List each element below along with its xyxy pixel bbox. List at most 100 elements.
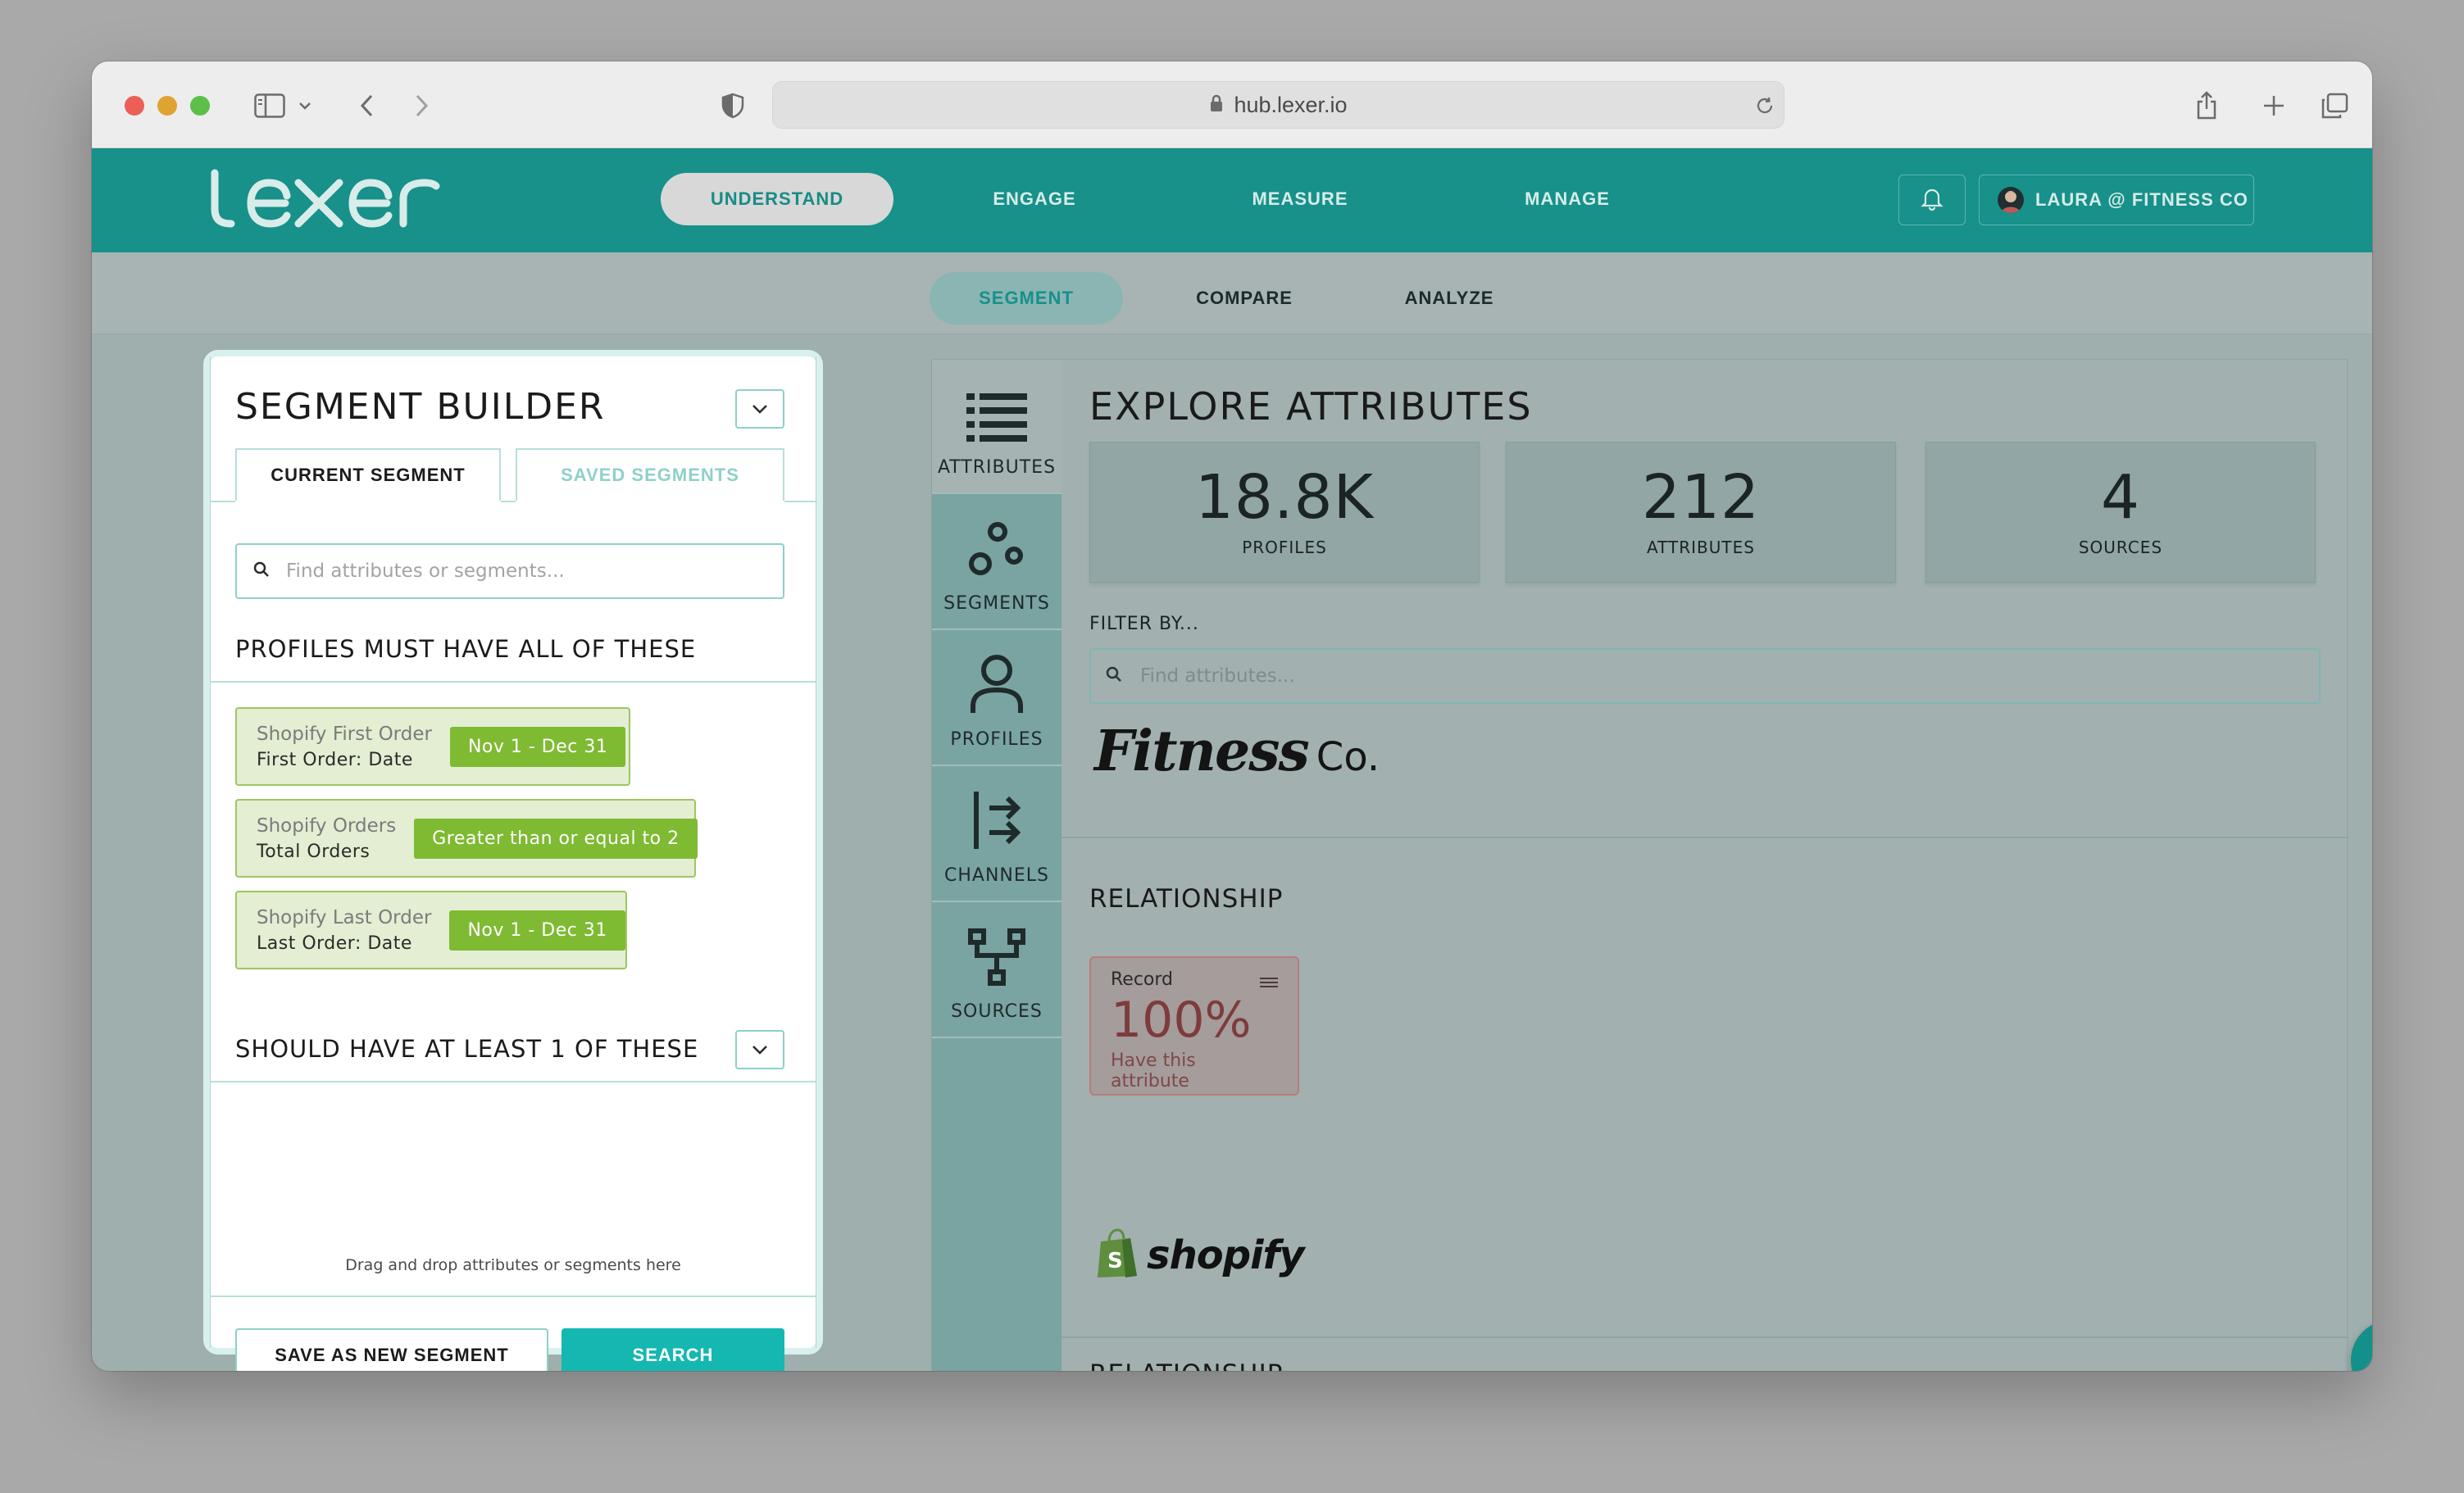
relationship-title: RELATIONSHIP <box>1089 1359 1283 1371</box>
segment-builder-panel: SEGMENT BUILDER CURRENT SEGMENT SAVED SE… <box>203 350 823 1371</box>
browser-window: hub.lexer.io lexer <box>92 61 2372 1371</box>
search-icon <box>1106 666 1122 686</box>
lock-icon <box>1209 94 1224 116</box>
back-icon[interactable] <box>352 86 380 125</box>
user-name: LAURA @ FITNESS CO <box>2035 189 2248 210</box>
record-attribute-card[interactable]: Record 100% Have this attribute <box>1089 956 1299 1096</box>
condition-value-pill[interactable]: Greater than or equal to 2 <box>414 818 698 859</box>
condition-source: Shopify First Order <box>257 723 432 745</box>
share-icon[interactable] <box>2190 86 2223 125</box>
url-text: hub.lexer.io <box>1234 92 1348 117</box>
condition-chip[interactable]: Shopify Orders Total Orders Greater than… <box>235 799 698 878</box>
save-as-new-segment-button[interactable]: SAVE AS NEW SEGMENT <box>235 1328 548 1371</box>
chat-launcher-button[interactable] <box>2351 1320 2372 1371</box>
stat-label: SOURCES <box>2078 538 2163 557</box>
filter-label: FILTER BY... <box>1089 614 1199 634</box>
notifications-button[interactable] <box>1898 175 1966 225</box>
tab-saved-segments[interactable]: SAVED SEGMENTS <box>516 448 784 501</box>
privacy-shield-icon[interactable] <box>716 86 749 125</box>
minimize-window-button[interactable] <box>157 96 177 116</box>
shopify-wordmark: shopify <box>1147 1232 1305 1278</box>
tab-segment[interactable]: SEGMENT <box>930 272 1123 324</box>
svg-text:S: S <box>1107 1249 1123 1273</box>
section-divider <box>211 1081 816 1082</box>
stat-label: ATTRIBUTES <box>1647 538 1755 557</box>
search-input[interactable] <box>286 560 778 582</box>
rail-attributes[interactable]: ATTRIBUTES <box>932 360 1062 494</box>
rail-sources[interactable]: SOURCES <box>932 904 1062 1038</box>
tab-compare[interactable]: COMPARE <box>1162 272 1326 324</box>
explore-icon-rail: ATTRIBUTES SEGMENTS PROFILES CHANNELS SO… <box>932 360 1062 1371</box>
sources-icon <box>967 928 1026 990</box>
stat-sources: 4 SOURCES <box>1925 442 2316 583</box>
fitness-logo-main: Fitness <box>1094 719 1310 784</box>
app-top-nav: lexer UNDERSTAND ENGAGE MEASURE MANAGE <box>92 148 2372 252</box>
condition-chip[interactable]: Shopify Last Order Last Order: Date Nov … <box>235 891 627 969</box>
search-field[interactable] <box>235 543 784 599</box>
segments-icon <box>968 521 1025 582</box>
forward-icon[interactable] <box>408 86 436 125</box>
stat-value: 212 <box>1641 462 1761 533</box>
record-label: Record <box>1111 969 1174 990</box>
rail-label: ATTRIBUTES <box>937 457 1057 478</box>
new-tab-icon[interactable] <box>2257 86 2290 125</box>
search-button[interactable]: SEARCH <box>561 1328 784 1371</box>
rail-profiles[interactable]: PROFILES <box>932 632 1062 766</box>
rail-segments[interactable]: SEGMENTS <box>932 496 1062 630</box>
tab-analyze[interactable]: ANALYZE <box>1367 272 1531 324</box>
chevron-down-icon[interactable] <box>295 86 315 125</box>
channels-icon <box>971 790 1022 854</box>
sidebar-toggle-icon[interactable] <box>249 86 290 125</box>
stat-label: PROFILES <box>1242 538 1327 557</box>
bell-icon <box>1921 186 1943 214</box>
nav-engage[interactable]: ENGAGE <box>952 173 1116 225</box>
fitness-co-logo: Fitness Co. <box>1094 719 1380 784</box>
reload-icon[interactable] <box>1753 86 1777 125</box>
nav-measure[interactable]: MEASURE <box>1218 173 1382 225</box>
collapse-builder-button[interactable] <box>735 389 784 429</box>
list-icon <box>966 392 1027 446</box>
nav-understand[interactable]: UNDERSTAND <box>661 173 893 225</box>
tab-underline <box>501 501 516 502</box>
menu-icon[interactable] <box>1260 976 1278 992</box>
condition-chip[interactable]: Shopify First Order First Order: Date No… <box>235 707 630 786</box>
rail-label: SOURCES <box>951 1001 1043 1022</box>
section-divider <box>1062 837 2348 838</box>
rail-label: PROFILES <box>950 729 1043 750</box>
sub-nav: SEGMENT COMPARE ANALYZE <box>92 252 2372 334</box>
section-divider <box>211 681 816 683</box>
drop-zone-hint[interactable]: Drag and drop attributes or segments her… <box>211 1256 816 1274</box>
avatar <box>1998 187 2024 213</box>
shopify-bag-icon: S <box>1094 1228 1140 1282</box>
zoom-window-button[interactable] <box>190 96 210 116</box>
condition-value-pill[interactable]: Nov 1 - Dec 31 <box>449 726 626 767</box>
tab-current-segment[interactable]: CURRENT SEGMENT <box>235 448 501 501</box>
close-window-button[interactable] <box>125 96 144 116</box>
nav-manage[interactable]: MANAGE <box>1485 173 1649 225</box>
rail-channels[interactable]: CHANNELS <box>932 768 1062 902</box>
tab-underline <box>211 501 235 502</box>
filter-attributes-input[interactable] <box>1140 665 2288 687</box>
tab-overview-icon[interactable] <box>2318 86 2351 125</box>
segment-builder-title: SEGMENT BUILDER <box>235 386 606 428</box>
address-bar[interactable]: hub.lexer.io <box>772 81 1784 129</box>
user-menu-button[interactable]: LAURA @ FITNESS CO <box>1979 175 2254 225</box>
condition-source: Shopify Orders <box>257 815 397 837</box>
shopify-logo: S shopify <box>1094 1228 1305 1282</box>
condition-attribute: Total Orders <box>257 841 371 862</box>
record-caption: Have this attribute <box>1111 1051 1196 1091</box>
stat-profiles: 18.8K PROFILES <box>1089 442 1480 583</box>
should-have-title: SHOULD HAVE AT LEAST 1 OF THESE <box>235 1035 699 1063</box>
fitness-logo-suffix: Co. <box>1316 734 1380 780</box>
chevron-down-icon <box>752 1042 768 1058</box>
section-divider <box>211 1296 816 1297</box>
browser-toolbar: hub.lexer.io <box>92 61 2372 148</box>
stat-value: 18.8K <box>1194 462 1375 533</box>
condition-value-pill[interactable]: Nov 1 - Dec 31 <box>449 910 625 951</box>
lexer-logo[interactable]: lexer <box>207 166 444 235</box>
expand-should-button[interactable] <box>735 1030 784 1069</box>
chevron-down-icon <box>752 402 768 417</box>
filter-attributes-field[interactable] <box>1089 648 2321 704</box>
search-icon <box>253 561 270 581</box>
explore-title: EXPLORE ATTRIBUTES <box>1089 384 1533 429</box>
